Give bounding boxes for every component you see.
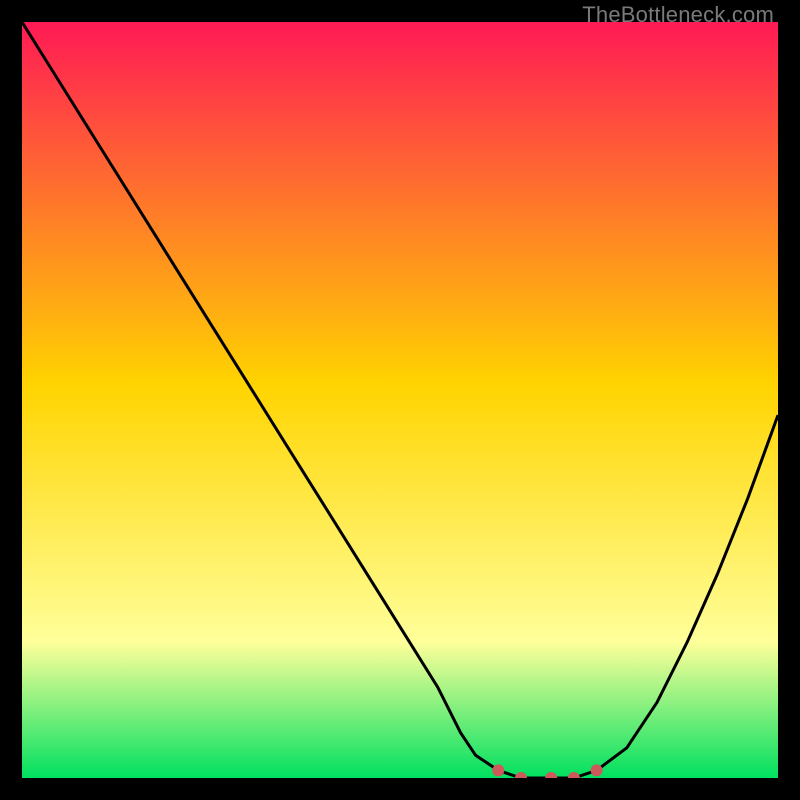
- watermark-text: TheBottleneck.com: [582, 2, 774, 28]
- optimal-marker: [492, 764, 504, 776]
- gradient-background: [22, 22, 778, 778]
- bottleneck-curve-chart: [22, 22, 778, 778]
- chart-frame: [22, 22, 778, 778]
- optimal-marker: [591, 764, 603, 776]
